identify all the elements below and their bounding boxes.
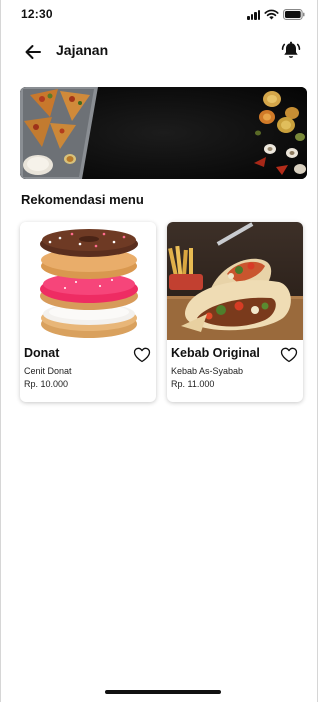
home-indicator[interactable] bbox=[105, 690, 221, 694]
signal-icon bbox=[247, 9, 260, 20]
banner-food-image bbox=[20, 87, 307, 179]
arrow-left-icon bbox=[25, 45, 41, 59]
wifi-icon bbox=[264, 9, 279, 20]
page-title: Jajanan bbox=[56, 42, 109, 58]
menu-card-shop: Kebab As-Syabab bbox=[171, 366, 244, 376]
promo-banner[interactable] bbox=[20, 87, 307, 179]
back-button[interactable] bbox=[21, 40, 45, 64]
menu-card-name: Donat bbox=[24, 346, 60, 360]
status-bar: 12:30 bbox=[1, 0, 319, 26]
menu-card-name: Kebab Original bbox=[171, 346, 260, 360]
favorite-button[interactable] bbox=[132, 346, 152, 364]
notification-button[interactable] bbox=[279, 39, 303, 63]
phone-screen: 12:30 Jajanan Rekomendasi menu Donat Cen… bbox=[0, 0, 318, 702]
heart-outline-icon bbox=[133, 347, 151, 363]
menu-card-price: Rp. 10.000 bbox=[24, 379, 69, 389]
battery-icon bbox=[283, 9, 305, 20]
donut-image bbox=[20, 222, 156, 340]
menu-card-price: Rp. 11.000 bbox=[171, 379, 215, 389]
status-time: 12:30 bbox=[21, 7, 53, 21]
menu-card-donat[interactable]: Donat Cenit Donat Rp. 10.000 bbox=[20, 222, 156, 402]
menu-card-kebab[interactable]: Kebab Original Kebab As-Syabab Rp. 11.00… bbox=[167, 222, 303, 402]
app-bar: Jajanan bbox=[1, 34, 319, 70]
menu-card-shop: Cenit Donat bbox=[24, 366, 72, 376]
section-title: Rekomendasi menu bbox=[21, 192, 144, 207]
favorite-button[interactable] bbox=[279, 346, 299, 364]
bell-ring-icon bbox=[281, 41, 301, 58]
kebab-image bbox=[167, 222, 303, 340]
heart-outline-icon bbox=[280, 347, 298, 363]
status-icons bbox=[247, 8, 305, 20]
